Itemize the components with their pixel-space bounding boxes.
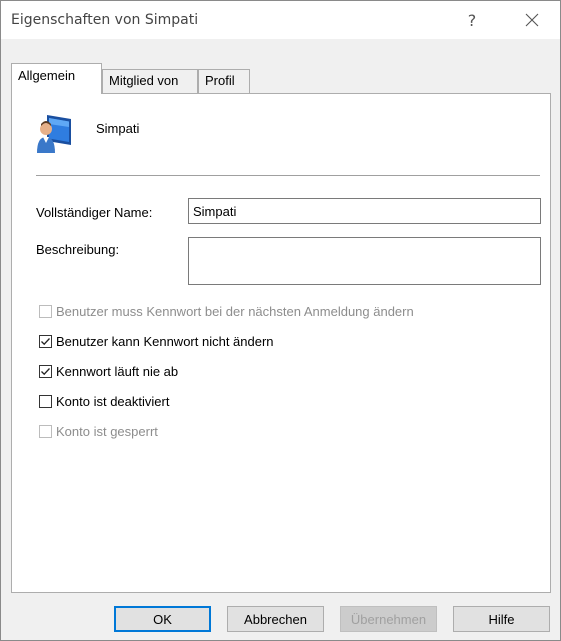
help-title-button[interactable]: ? (449, 1, 495, 39)
checkmark-icon (41, 367, 50, 375)
title-bar[interactable]: Eigenschaften von Simpati ? (1, 1, 560, 39)
checkbox-box[interactable] (39, 364, 52, 378)
checkbox-account-locked[interactable]: Konto ist gesperrt (39, 422, 158, 440)
checkbox-cannot-change-password[interactable]: Benutzer kann Kennwort nicht ändern (39, 332, 274, 350)
description-label: Beschreibung: (36, 242, 120, 257)
tab-allgemein[interactable]: Allgemein (11, 63, 102, 94)
user-computer-icon (37, 115, 71, 153)
checkbox-box[interactable] (39, 424, 52, 438)
checkbox-box[interactable] (39, 394, 52, 408)
user-display-name: Simpati (96, 121, 140, 136)
separator (36, 175, 540, 176)
full-name-field[interactable] (188, 198, 541, 224)
close-icon (525, 13, 539, 27)
checkbox-box[interactable] (39, 334, 52, 348)
close-button[interactable] (509, 1, 555, 39)
checkbox-label: Konto ist gesperrt (56, 423, 158, 439)
ok-button[interactable]: OK (114, 606, 211, 632)
tab-label: Mitglied von (109, 73, 179, 88)
apply-button[interactable]: Übernehmen (340, 606, 437, 632)
checkbox-password-never-expires[interactable]: Kennwort läuft nie ab (39, 362, 178, 380)
tab-label: Allgemein (18, 68, 76, 83)
cancel-button[interactable]: Abbrechen (227, 606, 324, 632)
checkbox-box[interactable] (39, 304, 52, 318)
description-field[interactable] (188, 237, 541, 285)
checkbox-must-change-password[interactable]: Benutzer muss Kennwort bei der nächsten … (39, 302, 414, 320)
tab-label: Profil (205, 73, 235, 88)
checkbox-label: Kennwort läuft nie ab (56, 363, 179, 379)
window-title: Eigenschaften von Simpati (11, 12, 199, 28)
tab-panel-allgemein: Simpati Vollständiger Name: Beschreibung… (11, 93, 551, 593)
checkmark-icon (41, 337, 50, 345)
checkbox-label: Konto ist deaktiviert (56, 393, 170, 409)
checkbox-label: Benutzer kann Kennwort nicht ändern (56, 333, 274, 349)
tab-profil[interactable]: Profil (198, 69, 250, 93)
checkbox-label: Benutzer muss Kennwort bei der nächsten … (56, 303, 414, 319)
properties-dialog: Eigenschaften von Simpati ? Allgemein Mi… (0, 0, 561, 641)
full-name-label: Vollständiger Name: (36, 205, 153, 220)
checkbox-account-disabled[interactable]: Konto ist deaktiviert (39, 392, 169, 410)
help-button[interactable]: Hilfe (453, 606, 550, 632)
tab-mitglied-von[interactable]: Mitglied von (102, 69, 198, 93)
